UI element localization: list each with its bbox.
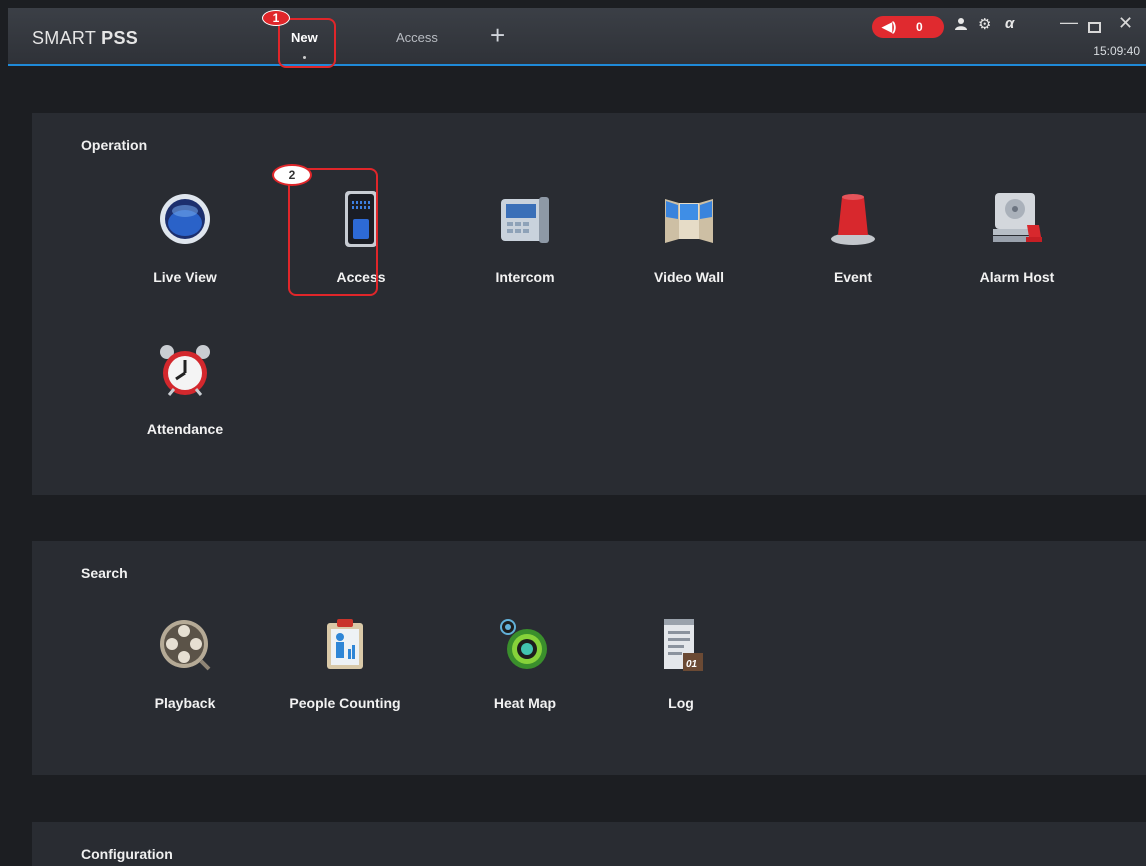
annotation-marker-1: 1: [262, 10, 290, 26]
title-bar: SMART PSS New Access + 1 ◀) 0 ⚙ α — ✕ 15…: [8, 8, 1146, 68]
performance-icon[interactable]: α: [1005, 15, 1014, 32]
alarm-host-icon: [993, 193, 1042, 242]
alarm-host-tile[interactable]: Alarm Host: [944, 191, 1084, 291]
people-counting-icon: [327, 619, 363, 669]
search-panel: Search Playback People Counting Heat Map…: [32, 541, 1146, 775]
heat-map-label: Heat Map: [493, 695, 557, 711]
brand-text-bold: PSS: [101, 28, 139, 48]
speaker-icon: ◀): [882, 19, 897, 34]
people-counting-tile[interactable]: People Counting: [272, 617, 412, 717]
playback-tile[interactable]: Playback: [112, 617, 252, 717]
log-label: Log: [668, 695, 694, 711]
section-title-operation: Operation: [81, 137, 148, 153]
playback-label: Playback: [154, 695, 216, 711]
event-tile[interactable]: Event: [780, 191, 920, 291]
maximize-icon[interactable]: [1088, 17, 1101, 38]
tab-access-label: Access: [396, 30, 438, 45]
log-tile[interactable]: 01 Log: [608, 617, 748, 717]
gear-icon[interactable]: ⚙: [978, 15, 991, 33]
minimize-icon[interactable]: —: [1060, 12, 1078, 33]
alarm-counter-button[interactable]: ◀) 0: [872, 16, 944, 38]
event-label: Event: [833, 269, 873, 285]
attendance-tile[interactable]: Attendance: [112, 343, 252, 443]
log-icon: 01: [664, 619, 703, 671]
video-wall-label: Video Wall: [653, 269, 724, 285]
brand-text: SMART: [32, 28, 102, 48]
heat-map-icon: [500, 619, 547, 669]
alarm-count: 0: [916, 20, 923, 34]
section-title-configuration: Configuration: [81, 846, 173, 862]
attendance-icon: [160, 345, 210, 396]
intercom-tile[interactable]: Intercom: [452, 191, 592, 291]
live-view-label: Live View: [153, 269, 217, 285]
attendance-label: Attendance: [146, 421, 224, 437]
clock: 15:09:40: [1093, 44, 1140, 58]
add-tab-button[interactable]: +: [490, 22, 505, 48]
close-icon[interactable]: ✕: [1118, 13, 1133, 34]
app-logo: SMART PSS: [32, 28, 138, 49]
video-wall-icon: [665, 199, 713, 243]
app-window: SMART PSS New Access + 1 ◀) 0 ⚙ α — ✕ 15…: [8, 8, 1146, 866]
annotation-marker-2: 2: [272, 164, 312, 186]
live-view-tile[interactable]: Live View: [112, 191, 252, 291]
svg-text:01: 01: [686, 659, 698, 670]
configuration-panel: Configuration: [32, 822, 1146, 866]
people-counting-label: People Counting: [289, 695, 401, 711]
section-title-search: Search: [81, 565, 128, 581]
intercom-icon: [501, 197, 549, 243]
alarm-host-label: Alarm Host: [979, 269, 1055, 285]
tab-access[interactable]: Access: [396, 30, 438, 45]
video-wall-tile[interactable]: Video Wall: [616, 191, 756, 291]
user-icon[interactable]: [954, 17, 968, 35]
playback-icon: [160, 620, 211, 671]
heat-map-tile[interactable]: Heat Map: [452, 617, 592, 717]
live-view-icon: [160, 194, 210, 244]
event-icon: [831, 194, 875, 245]
annotation-box-2: [288, 168, 378, 296]
annotation-box-1: [278, 18, 336, 68]
operation-panel: Operation Live View Access Intercom Vide…: [32, 113, 1146, 495]
intercom-label: Intercom: [495, 269, 555, 285]
